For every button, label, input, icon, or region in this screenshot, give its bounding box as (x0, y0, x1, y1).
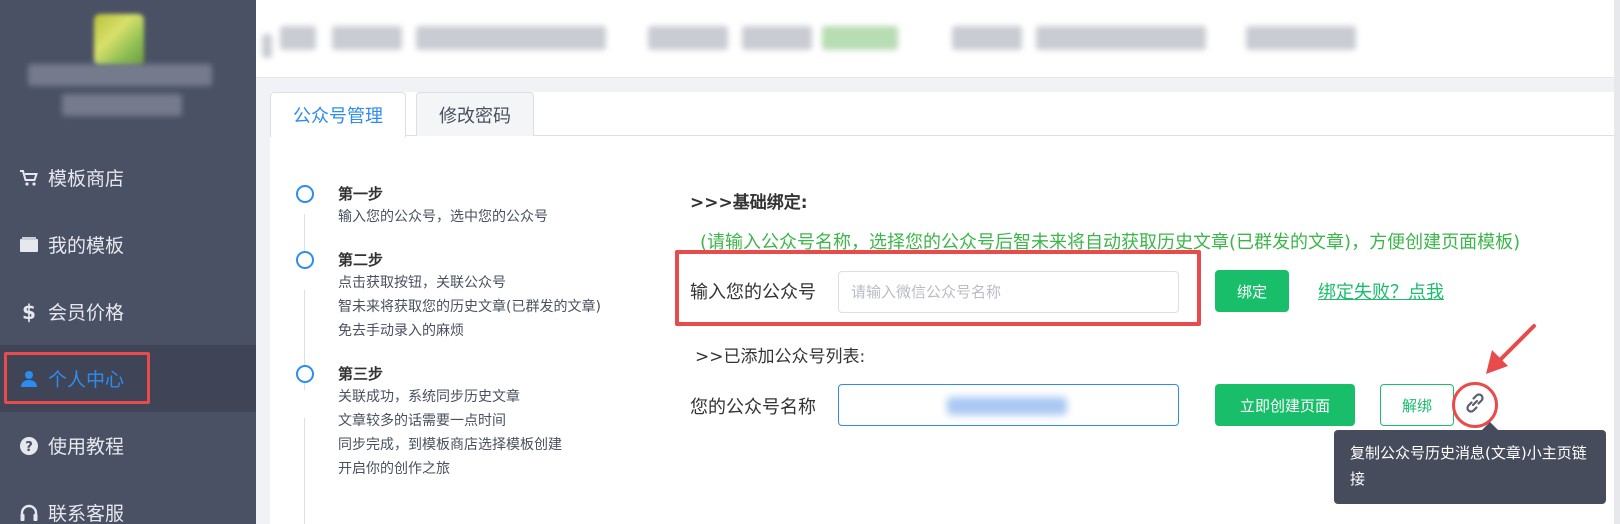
header-redacted (416, 26, 606, 50)
account-input-label: 输入您的公众号 (690, 282, 816, 303)
step-item: 第三步 关联成功，系统同步历史文章 文章较多的话需要一点时间 同步完成，到模板商… (296, 363, 656, 481)
step-dot (296, 185, 314, 203)
account-name-redacted (947, 397, 1067, 415)
step-title: 第一步 (338, 185, 384, 203)
headset-icon (18, 502, 40, 524)
app-root: 模板商店 我的模板 $ 会员价格 个人中心 ? 使用教程 联系客服 公众号管理 … (0, 0, 1620, 524)
sidebar-item-label: 会员价格 (48, 302, 125, 324)
sidebar-item-support[interactable]: 联系客服 (0, 479, 256, 524)
step-desc: 智未来将获取您的历史文章(已群发的文章) (338, 299, 601, 315)
folder-icon (18, 234, 40, 256)
account-name-label: 您的公众号名称 (690, 397, 816, 418)
copy-link-tooltip: 复制公众号历史消息(文章)小主页链接 (1334, 422, 1606, 504)
bind-fail-link[interactable]: 绑定失败？点我 (1318, 278, 1444, 304)
bind-button[interactable]: 绑定 (1215, 270, 1289, 312)
sidebar-item-pricing[interactable]: $ 会员价格 (0, 278, 256, 345)
header-redacted (262, 34, 272, 58)
account-name-field[interactable] (838, 384, 1179, 426)
header-redacted (1246, 26, 1356, 50)
sidebar-item-personal-center[interactable]: 个人中心 (0, 345, 256, 412)
header-redacted (280, 26, 316, 50)
step-desc: 免去手动录入的麻烦 (338, 323, 464, 339)
step-title: 第三步 (338, 365, 384, 383)
step-title: 第二步 (338, 251, 384, 269)
sidebar: 模板商店 我的模板 $ 会员价格 个人中心 ? 使用教程 联系客服 (0, 0, 256, 524)
account-name-input[interactable] (838, 271, 1179, 313)
header-redacted (332, 26, 402, 50)
help-icon: ? (18, 435, 40, 457)
sidebar-item-label: 我的模板 (48, 235, 125, 257)
header-redacted (742, 26, 812, 50)
tab-bar: 公众号管理 修改密码 (270, 92, 1620, 137)
step-desc: 文章较多的话需要一点时间 (338, 413, 506, 429)
sidebar-item-my-templates[interactable]: 我的模板 (0, 211, 256, 278)
dollar-icon: $ (22, 299, 36, 324)
step-dot (296, 251, 314, 269)
step-desc: 同步完成，到模板商店选择模板创建 (338, 437, 562, 453)
link-icon (1462, 390, 1488, 420)
header-redacted (822, 26, 898, 50)
step-desc: 点击获取按钮，关联公众号 (338, 275, 506, 291)
bind-heading: >>>基础绑定: (690, 193, 808, 213)
sidebar-item-label: 模板商店 (48, 168, 125, 190)
step-item: 第一步 输入您的公众号，选中您的公众号 (296, 183, 656, 229)
step-desc: 输入您的公众号，选中您的公众号 (338, 209, 548, 225)
step-desc: 开启你的创作之旅 (338, 461, 450, 477)
svg-text:?: ? (25, 440, 33, 455)
sidebar-item-label: 联系客服 (48, 503, 125, 524)
top-header (256, 0, 1620, 78)
sidebar-item-template-store[interactable]: 模板商店 (0, 144, 256, 211)
avatar[interactable] (94, 14, 144, 66)
tab-account-management[interactable]: 公众号管理 (270, 92, 406, 137)
header-redacted (952, 26, 1022, 50)
steps-list: 第一步 输入您的公众号，选中您的公众号 第二步 点击获取按钮，关联公众号 智未来… (296, 183, 656, 481)
cart-icon (18, 167, 40, 189)
tab-change-password[interactable]: 修改密码 (416, 92, 534, 136)
step-desc: 关联成功，系统同步历史文章 (338, 389, 520, 405)
sidebar-item-label: 个人中心 (48, 369, 125, 391)
added-accounts-heading: >>已添加公众号列表: (695, 347, 866, 367)
sidebar-menu: 模板商店 我的模板 $ 会员价格 个人中心 ? 使用教程 联系客服 (0, 144, 256, 524)
user-icon (18, 368, 40, 390)
user-info-redacted (62, 94, 182, 116)
username-redacted (28, 64, 212, 86)
header-redacted (648, 26, 728, 50)
sidebar-item-tutorial[interactable]: ? 使用教程 (0, 412, 256, 479)
annotation-arrow-icon (1486, 324, 1536, 374)
step-item: 第二步 点击获取按钮，关联公众号 智未来将获取您的历史文章(已群发的文章) 免去… (296, 249, 656, 343)
header-redacted (1036, 26, 1206, 50)
step-dot (296, 365, 314, 383)
page-scrollbar[interactable] (1614, 0, 1620, 524)
unbind-button[interactable]: 解绑 (1380, 384, 1454, 426)
create-page-button[interactable]: 立即创建页面 (1215, 384, 1355, 426)
sidebar-item-label: 使用教程 (48, 436, 125, 458)
